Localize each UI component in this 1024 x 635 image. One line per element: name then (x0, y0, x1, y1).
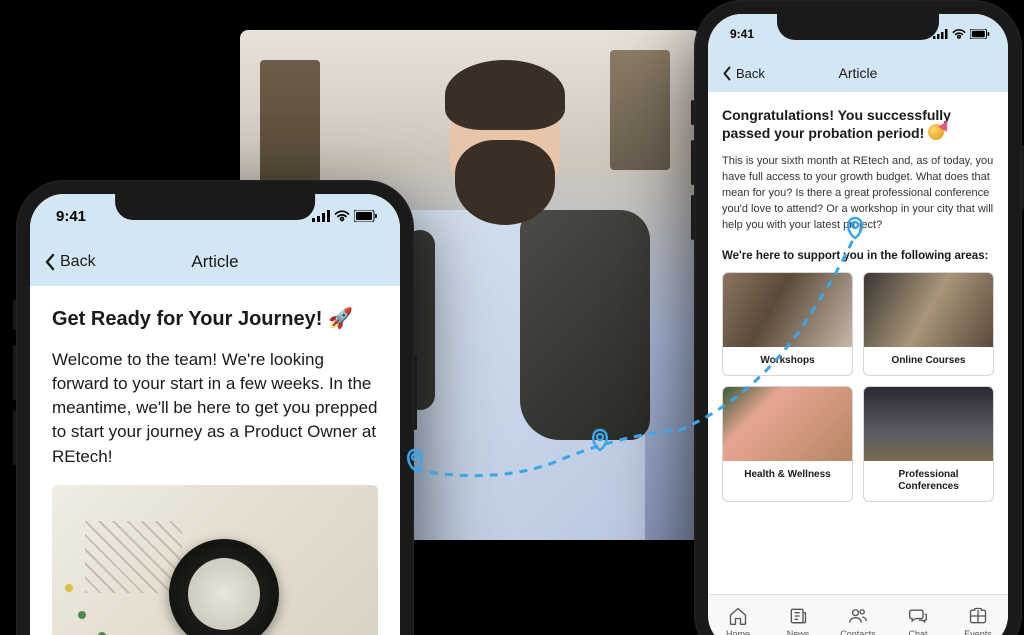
tab-chat[interactable]: Chat (888, 595, 948, 635)
notch (777, 14, 939, 40)
tab-label: Events (964, 629, 992, 635)
card-workshops[interactable]: Workshops (722, 272, 853, 376)
clock: 9:41 (730, 27, 754, 41)
back-button[interactable]: Back (722, 66, 765, 81)
tab-news[interactable]: News (768, 595, 828, 635)
chevron-left-icon (44, 253, 56, 271)
wifi-icon (334, 210, 350, 222)
card-image (864, 387, 993, 461)
nav-header: Back Article (30, 238, 400, 286)
man-beard (455, 140, 555, 225)
home-icon (728, 606, 748, 626)
phone-right: 9:41 Back Article Congratulations! You s… (694, 0, 1022, 635)
card-label: Professional Conferences (864, 461, 993, 501)
card-image (723, 273, 852, 347)
chat-icon (908, 606, 928, 626)
battery-icon (354, 210, 378, 222)
clock: 9:41 (56, 208, 86, 225)
article-body: This is your sixth month at REtech and, … (722, 154, 994, 234)
back-button[interactable]: Back (44, 253, 96, 271)
contacts-icon (848, 606, 868, 626)
card-professional-conferences[interactable]: Professional Conferences (863, 386, 994, 502)
signal-icon (312, 210, 330, 222)
party-emoji-icon (928, 124, 944, 140)
support-areas-grid: Workshops Online Courses Health & Wellne… (722, 272, 994, 502)
wifi-icon (952, 29, 966, 39)
nav-header: Back Article (708, 54, 1008, 92)
tab-events[interactable]: Events (948, 595, 1008, 635)
card-online-courses[interactable]: Online Courses (863, 272, 994, 376)
tab-label: Contacts (840, 629, 876, 635)
article-body: Welcome to the team! We're looking forwa… (52, 348, 378, 469)
back-label: Back (60, 253, 96, 271)
card-health-wellness[interactable]: Health & Wellness (722, 386, 853, 502)
tab-label: Home (726, 629, 750, 635)
battery-icon (970, 29, 990, 39)
card-image (864, 273, 993, 347)
chevron-left-icon (722, 66, 732, 81)
man-hair (445, 60, 565, 130)
tab-home[interactable]: Home (708, 595, 768, 635)
tab-bar: Home News Contacts Chat Events (708, 594, 1008, 635)
tab-label: Chat (908, 629, 927, 635)
back-label: Back (736, 66, 765, 81)
card-label: Workshops (723, 347, 852, 375)
article-content: Get Ready for Your Journey! 🚀 Welcome to… (30, 286, 400, 635)
events-icon (968, 606, 988, 626)
man-backpack (520, 210, 650, 440)
compass-map-image (52, 485, 378, 635)
card-image (723, 387, 852, 461)
card-label: Health & Wellness (723, 461, 852, 489)
article-content: Congratulations! You successfully passed… (708, 92, 1008, 594)
phone-left: 9:41 Back Article Get Ready for Your Jou… (16, 180, 414, 635)
article-heading: Congratulations! You successfully passed… (722, 106, 994, 142)
page-title: Article (191, 252, 238, 272)
article-subheading: We're here to support you in the followi… (722, 250, 994, 262)
compass-icon (169, 539, 279, 635)
tab-label: News (787, 629, 810, 635)
notch (115, 194, 315, 220)
page-title: Article (839, 65, 878, 81)
article-heading: Get Ready for Your Journey! 🚀 (52, 306, 378, 332)
tab-contacts[interactable]: Contacts (828, 595, 888, 635)
card-label: Online Courses (864, 347, 993, 375)
news-icon (788, 606, 808, 626)
